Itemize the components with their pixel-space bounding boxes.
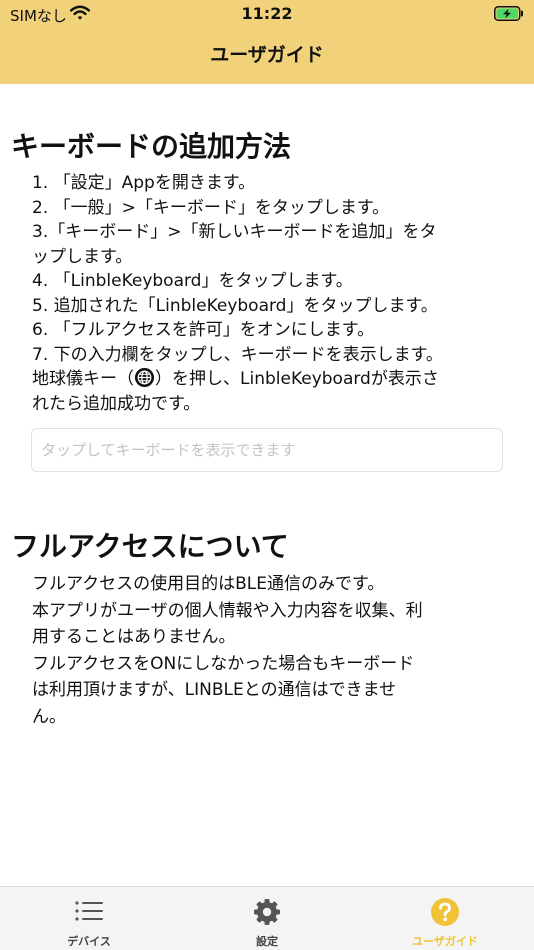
question-icon	[431, 898, 459, 926]
navigation-header: SIMなし 11:22 ユーザガイド	[0, 0, 534, 84]
full-access-description: フルアクセスの使用目的はBLE通信のみです。 本アプリがユーザの個人情報や入力内…	[32, 571, 502, 730]
tab-user-guide[interactable]: ユーザガイド	[356, 887, 534, 950]
tab-devices[interactable]: デバイス	[0, 887, 178, 950]
step-line: れたら追加成功です。	[32, 393, 201, 414]
description-line: フルアクセスをONにしなかった場合もキーボード	[32, 653, 415, 674]
step-line: ップします。	[32, 246, 133, 267]
tab-label: 設定	[256, 935, 278, 948]
guide-content[interactable]: キーボードの追加方法 1. 「設定」Appを開きます。 2. 「一般」>「キーボ…	[0, 84, 534, 886]
section-title-add-keyboard: キーボードの追加方法	[11, 130, 292, 163]
step-line: 4. 「LinbleKeyboard」をタップします。	[32, 271, 353, 291]
page-title: ユーザガイド	[210, 44, 324, 66]
status-time: 11:22	[241, 4, 293, 23]
battery-charging-icon	[494, 6, 523, 21]
tab-label: デバイス	[67, 935, 111, 948]
tab-label: ユーザガイド	[412, 935, 478, 948]
keyboard-test-input[interactable]	[31, 428, 503, 472]
gear-icon	[254, 899, 280, 925]
step-line: 2. 「一般」>「キーボード」をタップします。	[32, 197, 390, 218]
add-keyboard-steps: 1. 「設定」Appを開きます。 2. 「一般」>「キーボード」をタップします。…	[32, 171, 502, 416]
step-line-globe: 地球儀キー（ ）を押し、LinbleKeyboardが表示さ	[32, 367, 502, 392]
status-bar: SIMなし 11:22	[0, 0, 534, 28]
description-line: ん。	[32, 706, 66, 727]
description-line: 本アプリがユーザの個人情報や入力内容を収集、利	[32, 600, 423, 621]
section-title-full-access: フルアクセスについて	[11, 530, 289, 563]
tab-settings[interactable]: 設定	[178, 887, 356, 950]
description-line: 用することはありません。	[32, 627, 236, 647]
step-line: 5. 追加された「LinbleKeyboard」をタップします。	[32, 295, 438, 316]
globe-icon	[134, 367, 155, 388]
description-line: フルアクセスの使用目的はBLE通信のみです。	[32, 574, 385, 594]
globe-line-before: 地球儀キー（	[32, 369, 134, 389]
description-line: は利用頂けますが、LINBLEとの通信はできませ	[32, 680, 397, 700]
tab-bar: デバイス 設定 ユーザガイド	[0, 886, 534, 950]
globe-line-after: ）を押し、LinbleKeyboardが表示さ	[155, 369, 439, 389]
step-line: 6. 「フルアクセスを許可」をオンにします。	[32, 320, 375, 340]
step-line: 7. 下の入力欄をタップし、キーボードを表示します。	[32, 344, 443, 365]
step-line: 3.「キーボード」>「新しいキーボードを追加」をタ	[32, 222, 437, 242]
step-line: 1. 「設定」Appを開きます。	[32, 173, 256, 193]
list-icon	[75, 901, 103, 921]
